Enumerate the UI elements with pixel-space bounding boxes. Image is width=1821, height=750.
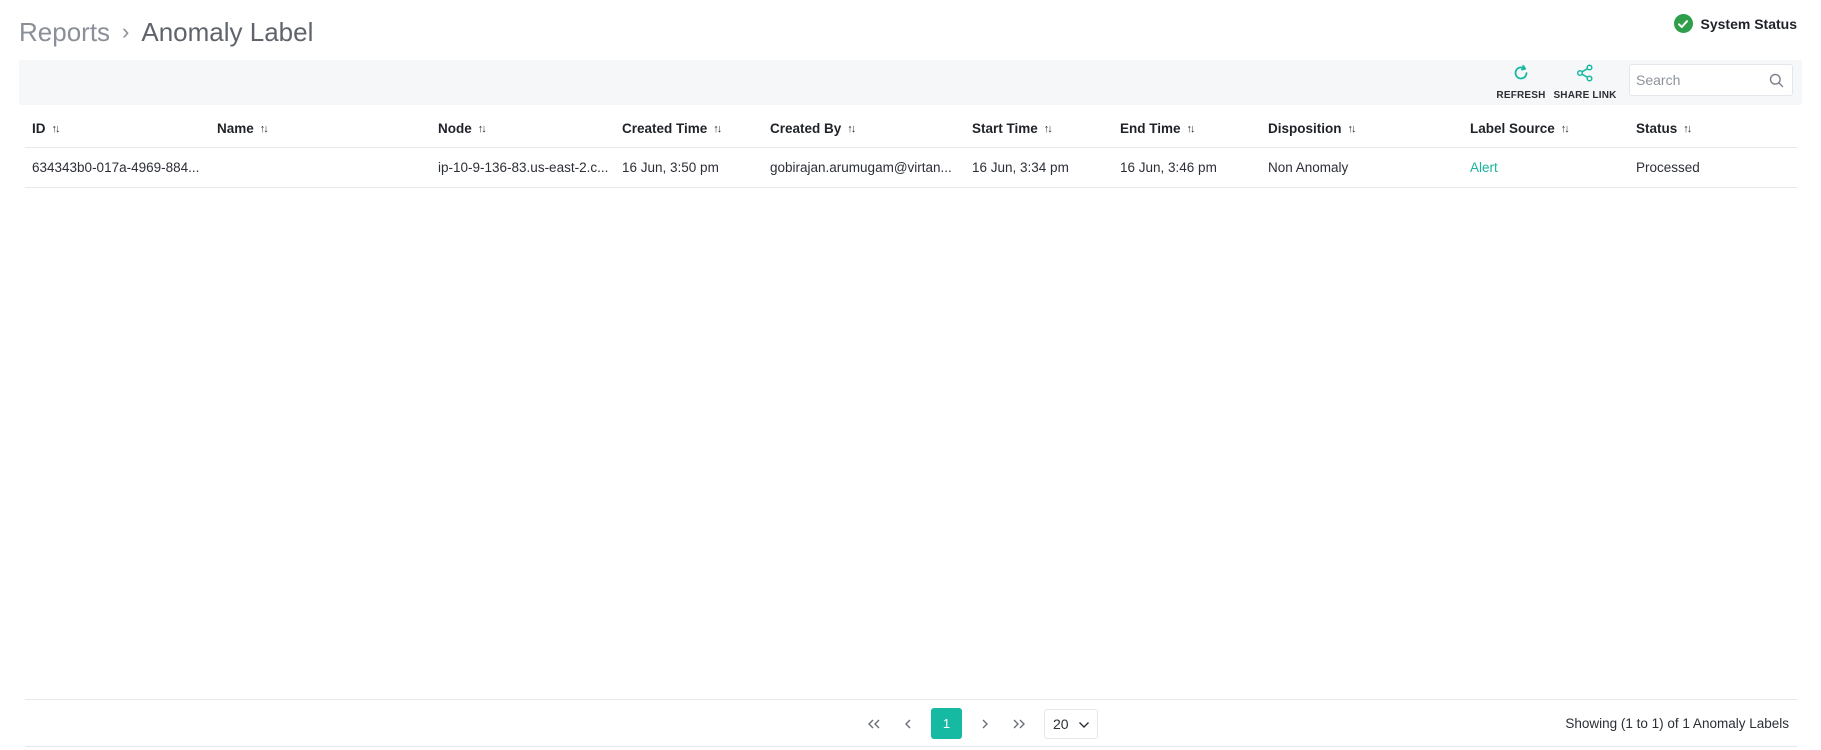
refresh-button[interactable]: REFRESH	[1489, 63, 1553, 103]
search-icon[interactable]	[1769, 73, 1784, 93]
check-circle-icon	[1673, 14, 1693, 33]
chevron-left-icon	[905, 719, 911, 728]
column-header-created-by[interactable]: Created By ↑↓	[763, 121, 965, 136]
column-header-created-time[interactable]: Created Time ↑↓	[615, 121, 763, 136]
column-header-start-time[interactable]: Start Time ↑↓	[965, 121, 1113, 136]
anomaly-label-table: ID ↑↓ Name ↑↓ Node ↑↓ Created Time ↑↓ Create…	[25, 110, 1797, 188]
pagination-footer: 1 20 Showing (1 to 1) of 1 Anomaly Label…	[25, 699, 1797, 747]
page-title: Anomaly Label	[141, 16, 314, 47]
last-page-button[interactable]	[1002, 709, 1036, 739]
column-header-status[interactable]: Status ↑↓	[1629, 121, 1797, 136]
column-header-node[interactable]: Node ↑↓	[431, 121, 615, 136]
cell-created-by: gobirajan.arumugam@virtan...	[770, 160, 952, 175]
system-status-label: System Status	[1700, 15, 1797, 32]
share-link-label: SHARE LINK	[1553, 90, 1617, 101]
prev-page-button[interactable]	[891, 709, 925, 739]
sort-icon: ↑↓	[259, 122, 269, 135]
sort-icon: ↑↓	[477, 122, 487, 135]
column-header-id[interactable]: ID ↑↓	[25, 121, 210, 136]
sort-icon: ↑↓	[51, 122, 61, 135]
sort-icon: ↑↓	[1043, 122, 1053, 135]
page-size-select[interactable]: 20	[1044, 708, 1098, 739]
search-box	[1629, 64, 1793, 96]
label-source-link[interactable]: Alert	[1470, 160, 1498, 175]
cell-label-source: Alert	[1463, 160, 1629, 175]
first-page-button[interactable]	[857, 709, 891, 739]
column-header-end-time[interactable]: End Time ↑↓	[1113, 121, 1261, 136]
system-status-button[interactable]: System Status	[1673, 14, 1797, 33]
sort-icon: ↑↓	[1683, 122, 1692, 135]
breadcrumb: Reports › Anomaly Label	[19, 17, 313, 48]
page-header: Reports › Anomaly Label System Status	[19, 10, 1797, 54]
chevron-right-icon	[982, 719, 988, 728]
pagination-summary: Showing (1 to 1) of 1 Anomaly Labels	[1565, 716, 1789, 731]
share-icon	[1575, 63, 1595, 88]
next-page-button[interactable]	[968, 709, 1002, 739]
cell-start-time: 16 Jun, 3:34 pm	[972, 160, 1069, 175]
sort-icon: ↑↓	[1347, 122, 1357, 135]
sort-icon: ↑↓	[847, 122, 856, 135]
search-input[interactable]	[1630, 71, 1768, 89]
breadcrumb-separator: ›	[122, 19, 130, 44]
cell-end-time: 16 Jun, 3:46 pm	[1120, 160, 1217, 175]
breadcrumb-reports-link[interactable]: Reports	[19, 17, 110, 48]
toolbar: REFRESH SHARE LINK	[19, 60, 1802, 105]
sort-icon: ↑↓	[1560, 122, 1570, 135]
chevron-down-icon	[1078, 716, 1090, 732]
sort-icon: ↑↓	[1186, 122, 1196, 135]
refresh-label: REFRESH	[1496, 90, 1546, 101]
cell-status: Processed	[1636, 160, 1700, 175]
page: Reports › Anomaly Label System Status RE…	[0, 0, 1821, 750]
refresh-icon	[1511, 63, 1531, 88]
column-header-name[interactable]: Name ↑↓	[210, 121, 431, 136]
column-header-label-source[interactable]: Label Source ↑↓	[1463, 121, 1629, 136]
table-row[interactable]: 634343b0-017a-4969-884... ip-10-9-136-83…	[25, 148, 1797, 188]
table-header-row: ID ↑↓ Name ↑↓ Node ↑↓ Created Time ↑↓ Create…	[25, 110, 1797, 148]
share-link-button[interactable]: SHARE LINK	[1553, 63, 1617, 103]
page-size-value: 20	[1053, 715, 1069, 732]
cell-id: 634343b0-017a-4969-884...	[32, 160, 200, 175]
current-page-button[interactable]: 1	[931, 708, 962, 739]
double-chevron-left-icon	[868, 719, 880, 728]
sort-icon: ↑↓	[713, 122, 722, 135]
column-header-disposition[interactable]: Disposition ↑↓	[1261, 121, 1463, 136]
cell-disposition: Non Anomaly	[1268, 160, 1349, 175]
pagination: 1 20	[857, 708, 1098, 739]
double-chevron-right-icon	[1013, 719, 1025, 728]
cell-node: ip-10-9-136-83.us-east-2.c...	[438, 160, 609, 175]
cell-created-time: 16 Jun, 3:50 pm	[622, 160, 719, 175]
